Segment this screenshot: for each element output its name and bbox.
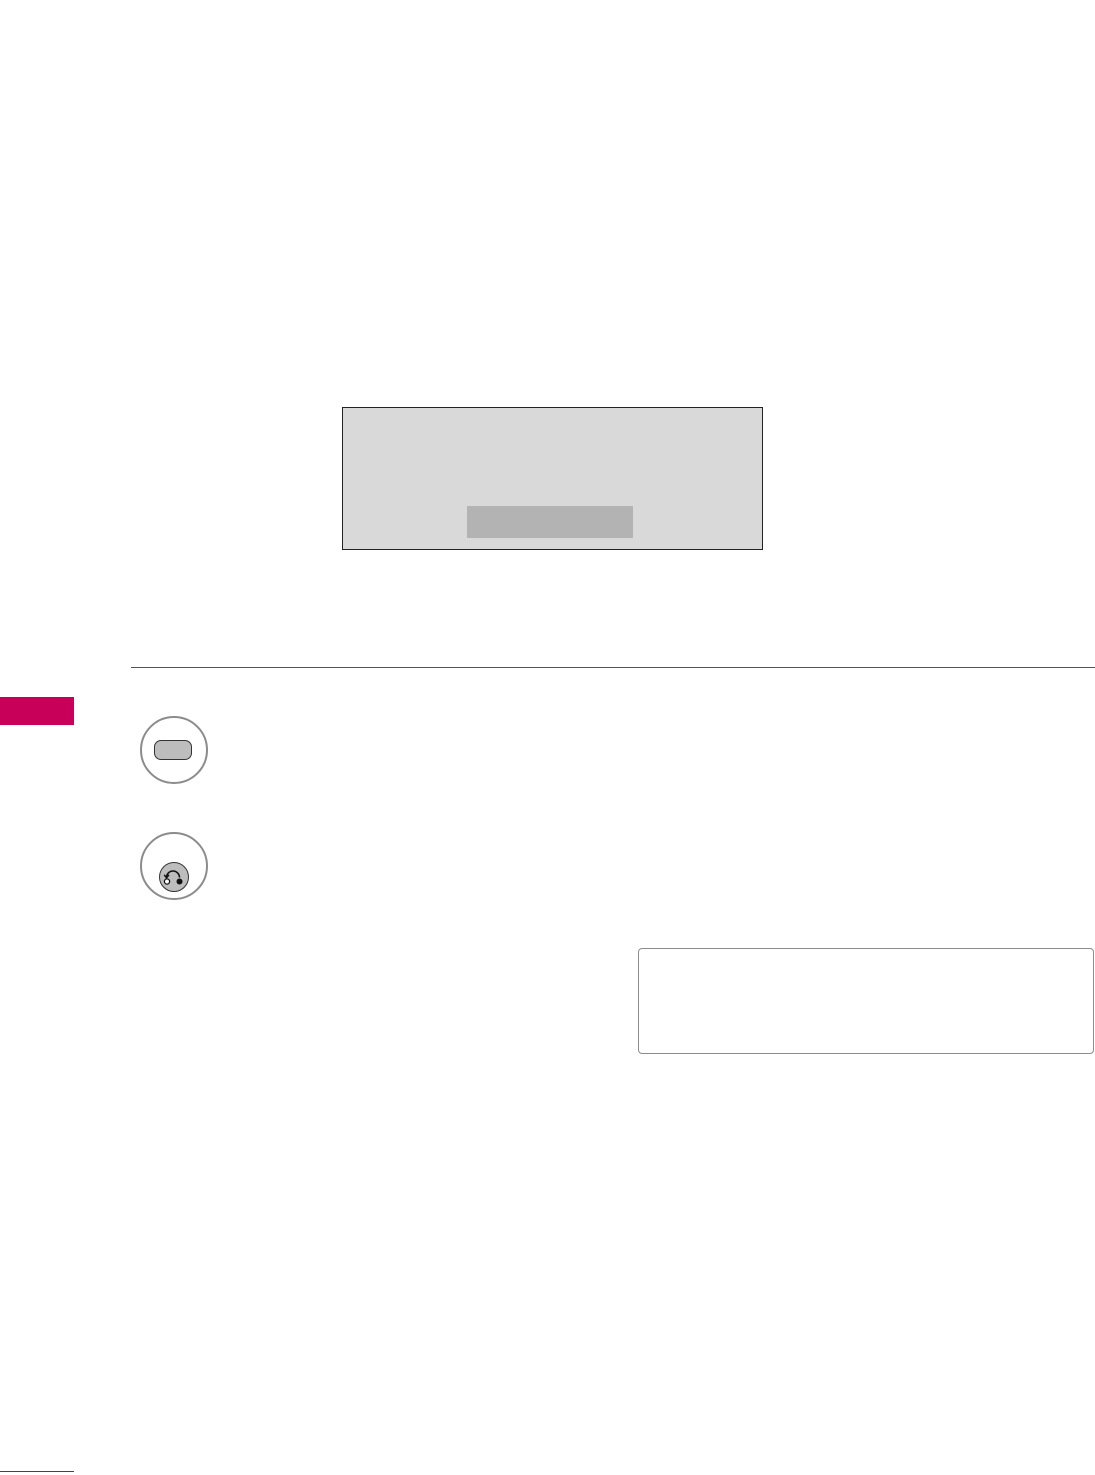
step-1-circle: [140, 716, 208, 784]
tv-screen-dialog: [342, 407, 763, 550]
footer-rule: [0, 1471, 74, 1472]
section-divider: [131, 667, 1095, 668]
remote-oval-button-icon: [154, 740, 192, 760]
note-box: [638, 948, 1094, 1054]
remote-return-button-icon: [159, 862, 189, 892]
return-arrow-glyph: [163, 870, 183, 885]
section-tab-marker: [0, 697, 74, 725]
step-2-circle: [140, 832, 208, 900]
dialog-highlight-bar: [467, 506, 633, 538]
